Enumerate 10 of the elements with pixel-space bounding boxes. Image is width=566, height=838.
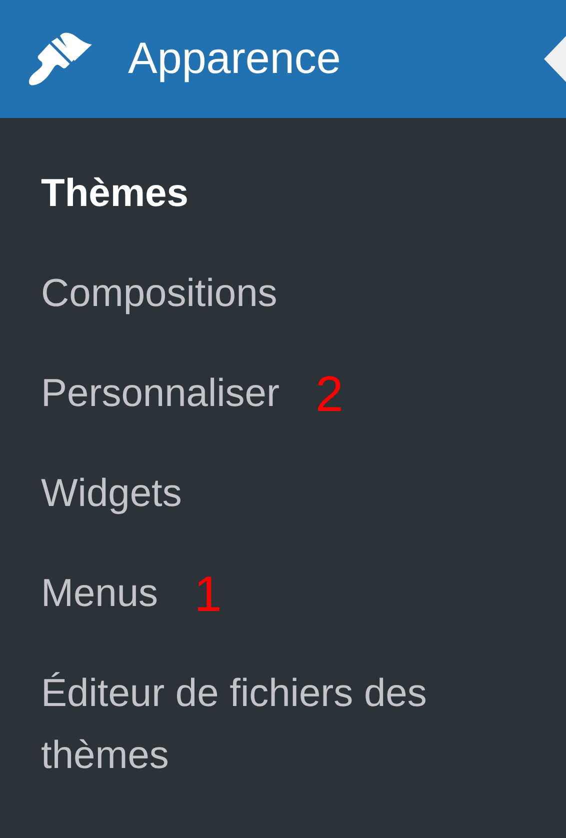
submenu-item[interactable]: Menus [41,563,158,625]
annotation-number: 2 [315,365,344,424]
submenu-item[interactable]: Thèmes [41,163,188,225]
annotation-number: 1 [194,565,222,624]
submenu-item[interactable]: Éditeur de fichiers des thèmes [41,663,536,787]
menu-header[interactable]: Apparence [0,0,566,118]
submenu-item[interactable]: Personnaliser [41,363,280,425]
submenu-item[interactable]: Compositions [41,263,278,325]
submenu-item[interactable]: Widgets [41,463,182,525]
current-pointer-icon [544,36,566,82]
